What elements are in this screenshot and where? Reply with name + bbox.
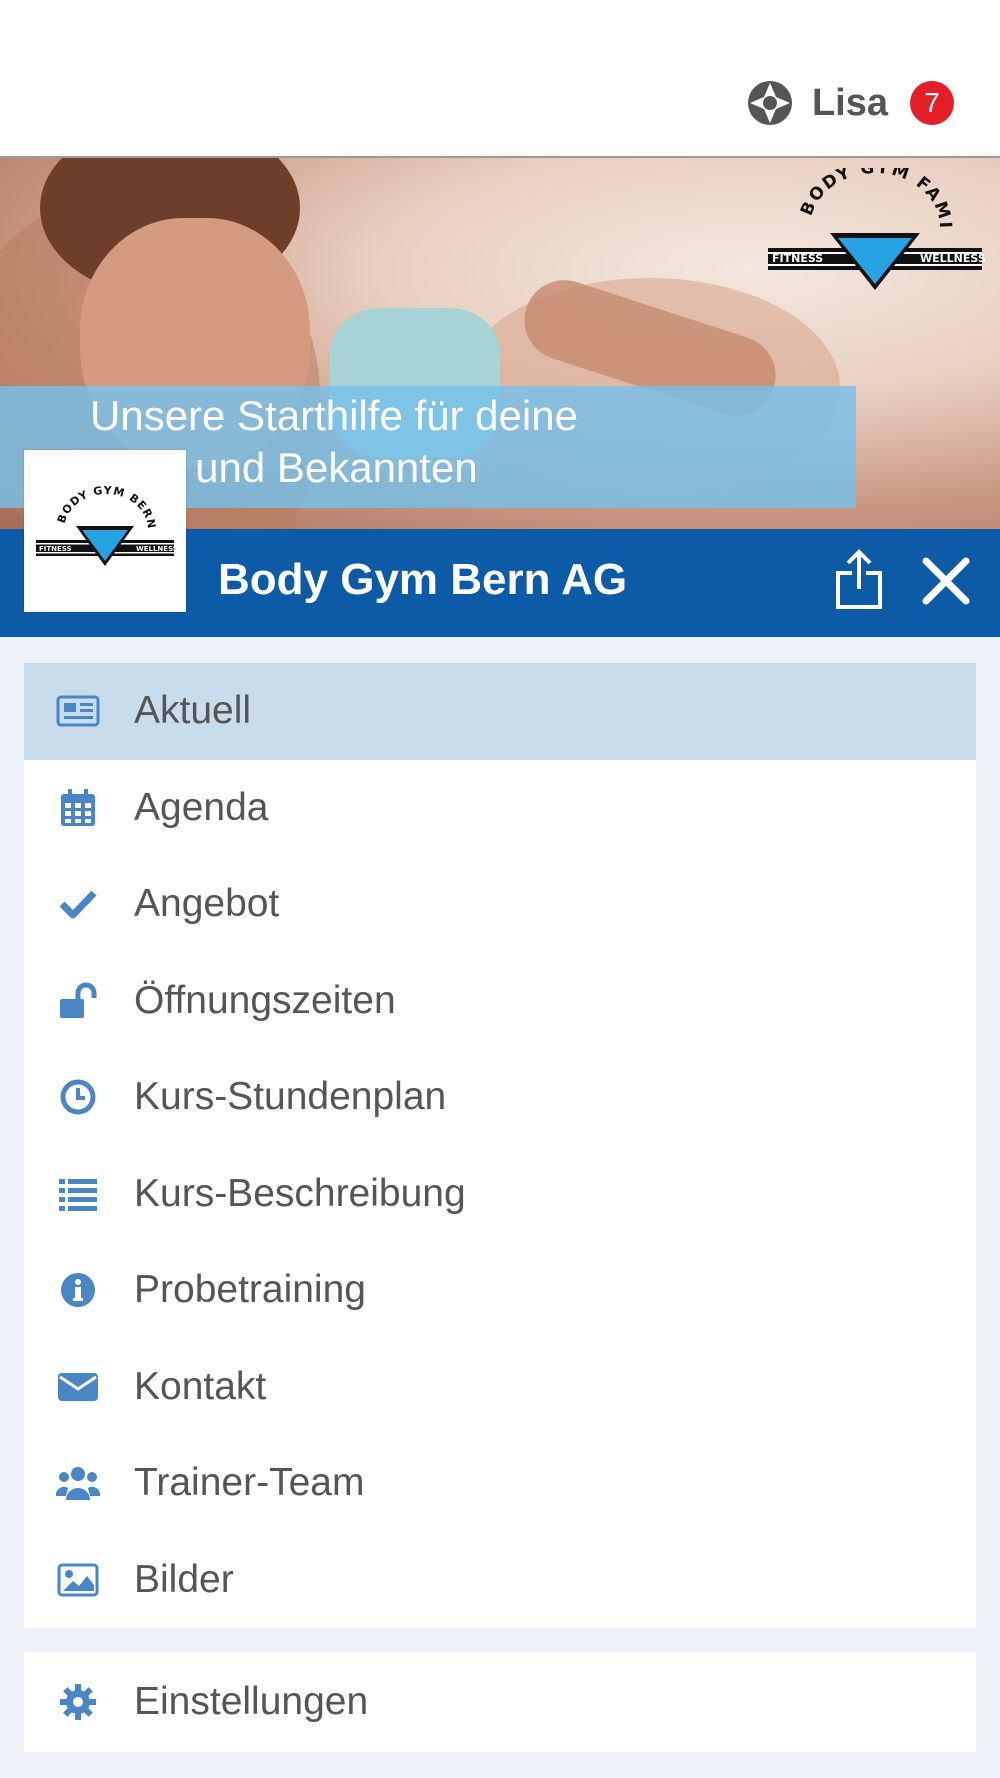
svg-text:BODY GYM FAMILY: BODY GYM FAMILY bbox=[760, 168, 955, 230]
check-icon bbox=[56, 882, 100, 926]
main-menu: Aktuell Agenda Angebot Öffnungszeiten Ku bbox=[24, 663, 976, 1628]
close-icon[interactable] bbox=[920, 555, 972, 607]
share-icon[interactable] bbox=[834, 549, 884, 611]
svg-text:WELLNESS: WELLNESS bbox=[136, 545, 178, 553]
club-logo: BODY GYM BERN FITNESS WELLNESS bbox=[24, 450, 186, 612]
user-profile[interactable]: Lisa 7 bbox=[746, 78, 954, 128]
menu-item-label: Bilder bbox=[134, 1557, 234, 1601]
menu-area: Aktuell Agenda Angebot Öffnungszeiten Ku bbox=[0, 637, 1000, 1778]
menu-item-angebot[interactable]: Angebot bbox=[24, 856, 976, 953]
body-gym-family-logo: BODY GYM FAMILY FITNESS WELLNESS bbox=[760, 168, 986, 290]
svg-text:FITNESS: FITNESS bbox=[39, 545, 72, 553]
calendar-icon bbox=[56, 786, 100, 830]
menu-item-label: Angebot bbox=[134, 882, 280, 926]
gear-icon bbox=[56, 1680, 100, 1724]
newspaper-icon bbox=[56, 689, 100, 733]
menu-item-label: Öffnungszeiten bbox=[134, 978, 396, 1022]
body-gym-bern-logo-icon: BODY GYM BERN FITNESS WELLNESS bbox=[36, 484, 178, 566]
menu-item-label: Kontakt bbox=[134, 1364, 267, 1408]
menu-item-aktuell[interactable]: Aktuell bbox=[24, 663, 976, 760]
envelope-icon bbox=[56, 1365, 100, 1409]
menu-item-label: Einstellungen bbox=[134, 1680, 369, 1723]
menu-item-label: Kurs-Stundenplan bbox=[134, 1075, 447, 1119]
menu-item-oeffnungszeiten[interactable]: Öffnungszeiten bbox=[24, 953, 976, 1050]
menu-item-label: Kurs-Beschreibung bbox=[134, 1171, 466, 1215]
unlock-icon bbox=[56, 979, 100, 1023]
menu-item-label: Trainer-Team bbox=[134, 1461, 365, 1505]
image-icon bbox=[56, 1558, 100, 1602]
menu-item-label: Agenda bbox=[134, 785, 269, 829]
clock-icon bbox=[56, 1075, 100, 1119]
svg-text:WELLNESS: WELLNESS bbox=[920, 252, 986, 265]
users-icon bbox=[56, 1461, 100, 1505]
brand-logo-icon bbox=[747, 81, 792, 125]
menu-item-kontakt[interactable]: Kontakt bbox=[24, 1339, 976, 1436]
menu-item-kurs-beschreibung[interactable]: Kurs-Beschreibung bbox=[24, 1146, 976, 1243]
menu-item-bilder[interactable]: Bilder bbox=[24, 1532, 976, 1629]
svg-text:FITNESS: FITNESS bbox=[772, 252, 823, 265]
menu-item-trainer-team[interactable]: Trainer-Team bbox=[24, 1435, 976, 1532]
menu-item-einstellungen[interactable]: Einstellungen bbox=[24, 1652, 976, 1752]
notification-badge[interactable]: 7 bbox=[910, 81, 954, 125]
club-title: Body Gym Bern AG bbox=[218, 555, 628, 604]
top-bar: Lisa 7 bbox=[0, 0, 1000, 156]
info-icon bbox=[56, 1268, 100, 1312]
menu-item-probetraining[interactable]: Probetraining bbox=[24, 1242, 976, 1339]
menu-item-agenda[interactable]: Agenda bbox=[24, 760, 976, 857]
banner-caption-line: Unsere Starthilfe für deine bbox=[90, 392, 578, 439]
svg-text:BODY GYM BERN: BODY GYM BERN bbox=[55, 484, 158, 530]
menu-item-label: Aktuell bbox=[134, 689, 252, 733]
menu-item-kurs-stundenplan[interactable]: Kurs-Stundenplan bbox=[24, 1049, 976, 1146]
menu-item-label: Probetraining bbox=[134, 1268, 366, 1312]
user-name[interactable]: Lisa bbox=[812, 82, 888, 125]
list-icon bbox=[56, 1172, 100, 1216]
